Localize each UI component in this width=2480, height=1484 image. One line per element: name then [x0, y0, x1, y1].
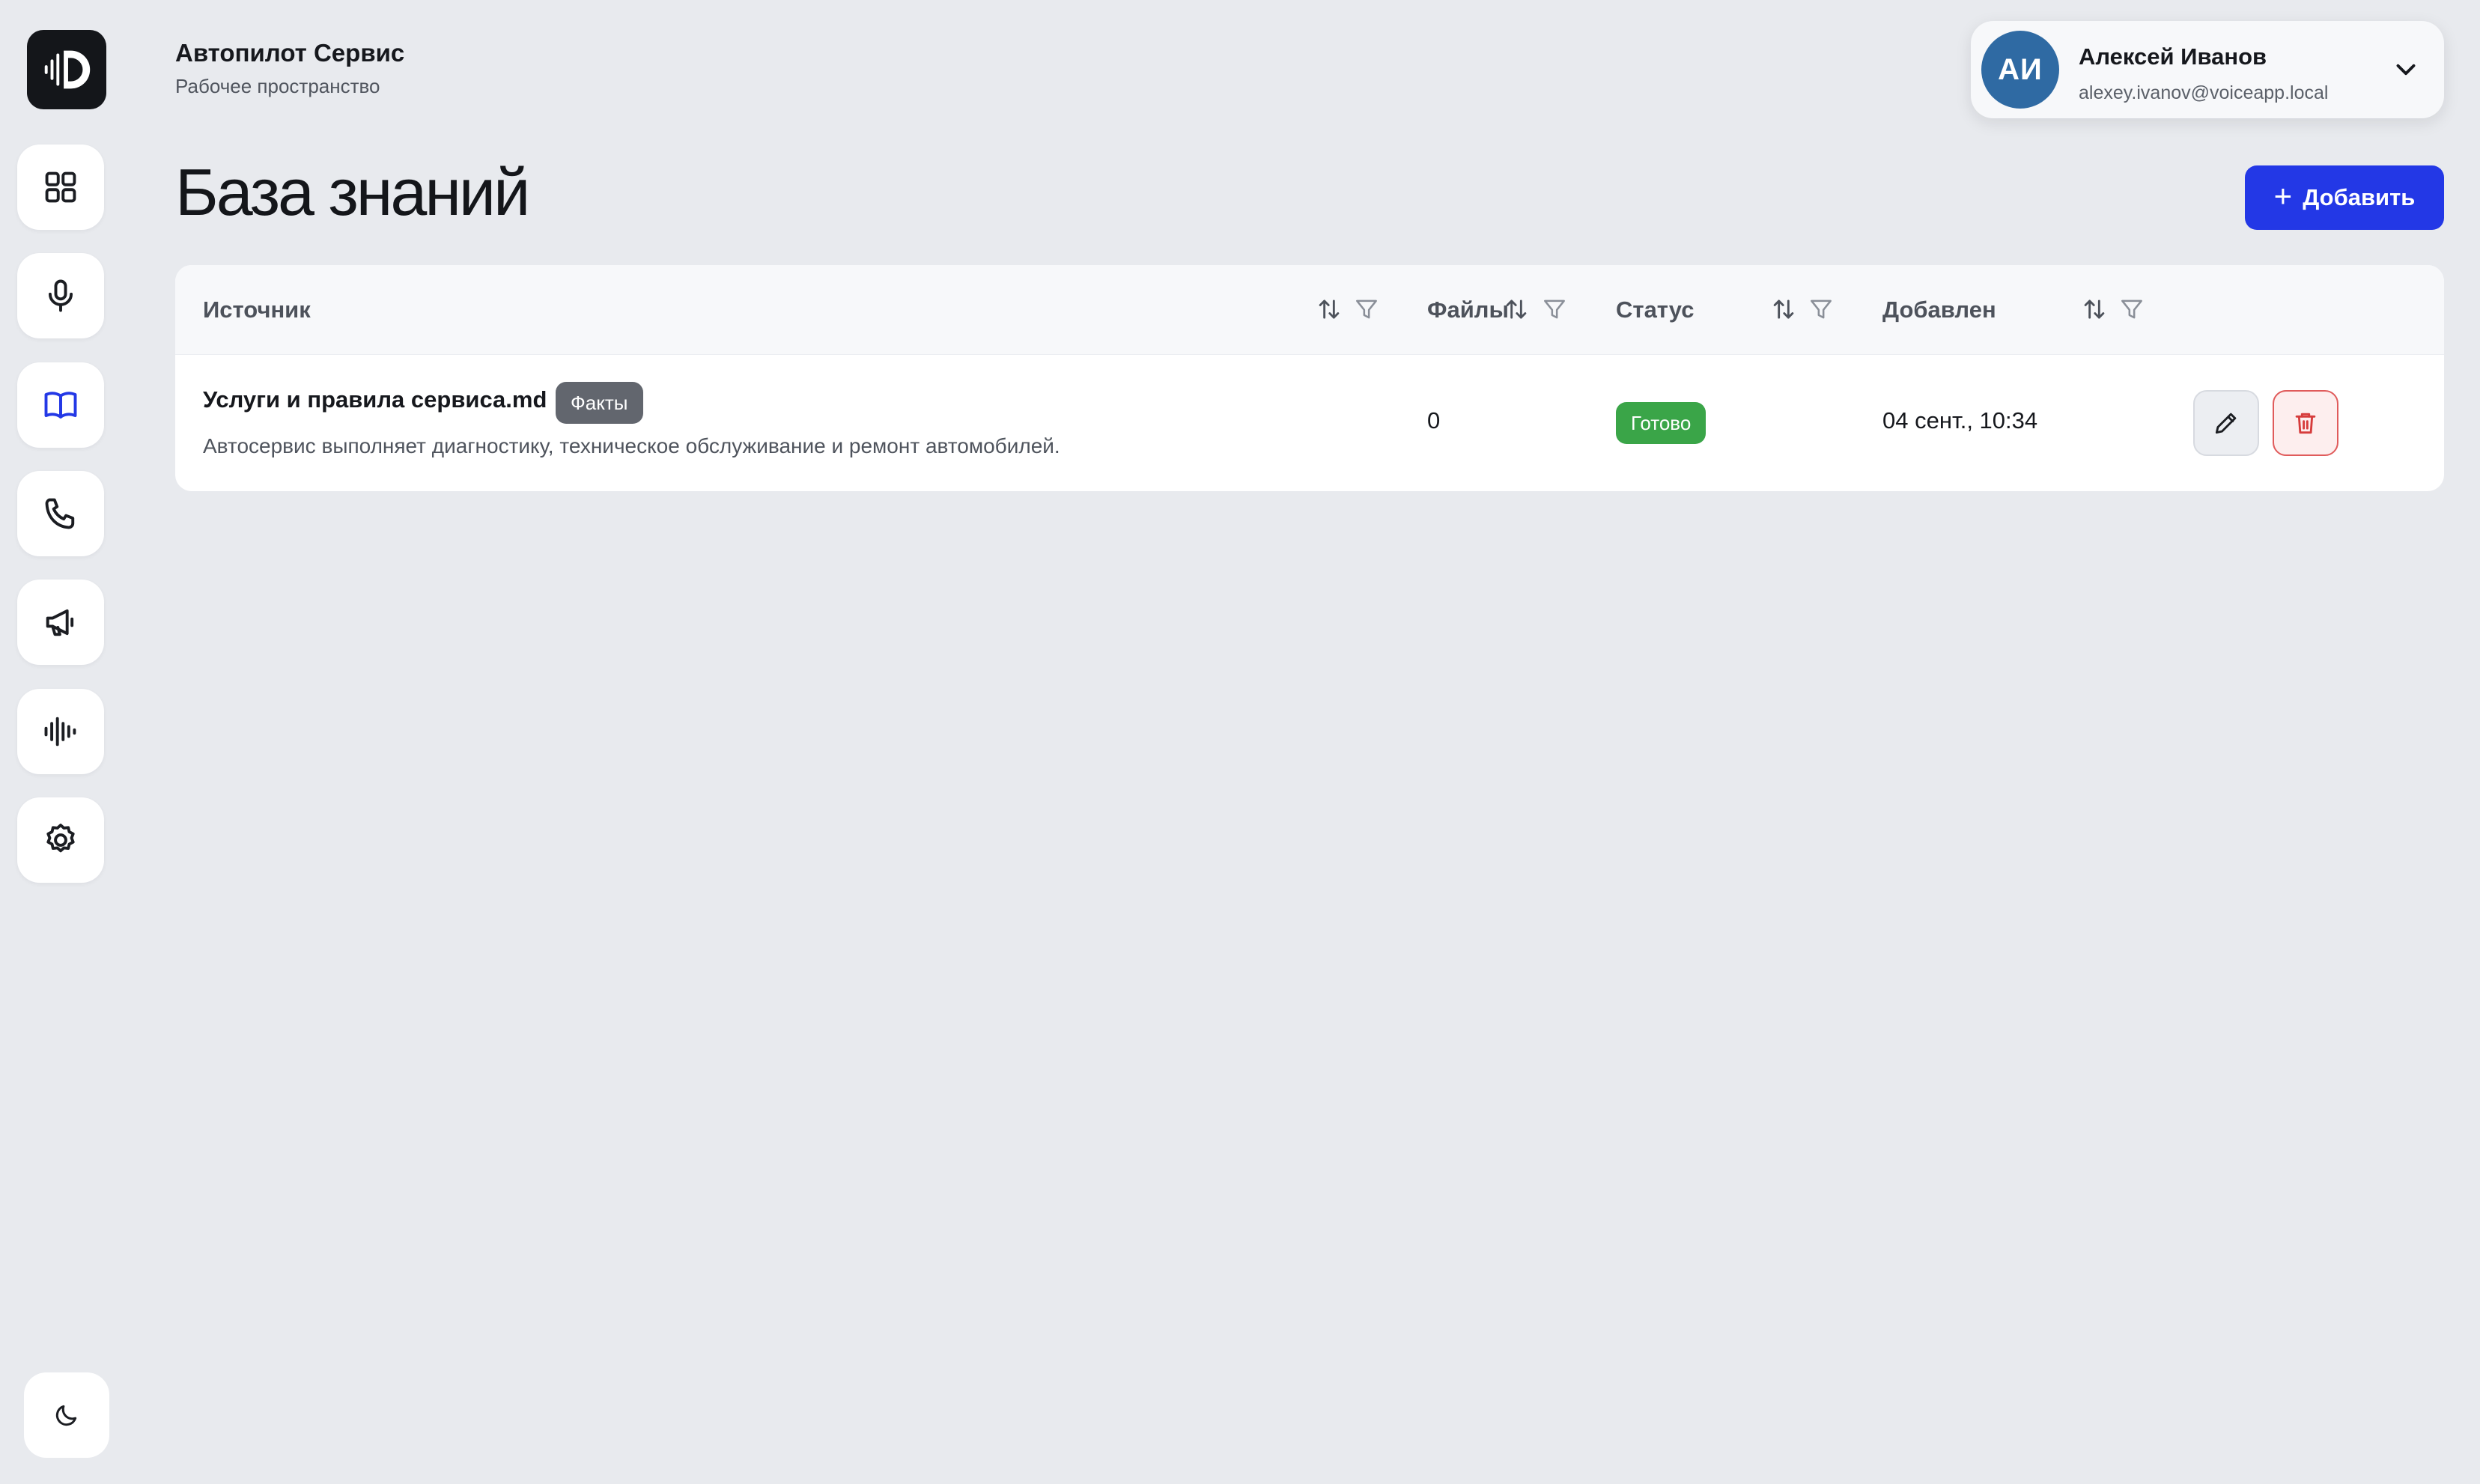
sort-icon[interactable] — [2080, 295, 2109, 323]
workspace-subtitle: Рабочее пространство — [175, 75, 380, 97]
sidebar-item-voice[interactable] — [17, 253, 104, 338]
column-header-files[interactable]: Файлы — [1427, 297, 1509, 323]
sort-icon[interactable] — [1315, 295, 1343, 323]
add-button[interactable]: + Добавить — [2245, 165, 2444, 230]
filter-icon[interactable] — [1540, 295, 1569, 323]
app-logo[interactable] — [27, 30, 106, 109]
status-badge: Готово — [1616, 402, 1706, 444]
added-date: 04 сент., 10:34 — [1882, 407, 2038, 434]
app: Автопилот Сервис Рабочее пространство АИ… — [0, 0, 2480, 1484]
column-header-status[interactable]: Статус — [1616, 297, 1694, 323]
sort-icon[interactable] — [1769, 295, 1798, 323]
source-title[interactable]: Услуги и правила сервиса.md — [203, 386, 547, 413]
moon-icon — [55, 1405, 77, 1426]
book-icon — [44, 392, 77, 419]
logo-icon — [44, 50, 91, 89]
trash-icon — [2295, 413, 2316, 434]
source-description: Автосервис выполняет диагностику, технич… — [203, 434, 1060, 457]
pencil-icon — [2215, 413, 2237, 434]
sidebar-item-campaigns[interactable] — [17, 580, 104, 665]
sidebar-item-dashboard[interactable] — [17, 145, 104, 230]
chevron-down-icon[interactable] — [2390, 54, 2422, 85]
microphone-icon — [48, 279, 73, 312]
megaphone-icon — [46, 609, 74, 636]
avatar: АИ — [1981, 31, 2059, 109]
plus-icon: + — [2273, 178, 2293, 213]
edit-button[interactable] — [2193, 390, 2259, 456]
grid-icon — [45, 171, 76, 203]
sort-icon[interactable] — [1502, 295, 1531, 323]
add-button-label: Добавить — [2303, 184, 2416, 210]
page-title: База знаний — [175, 155, 530, 229]
table-header: Источник Файлы Статус Добавлен — [175, 265, 2444, 355]
theme-toggle-button[interactable] — [24, 1372, 109, 1458]
source-type-badge: Факты — [556, 382, 643, 424]
waveform-icon — [44, 717, 76, 746]
user-email: alexey.ivanov@voiceapp.local — [2079, 82, 2329, 103]
workspace-name: Автопилот Сервис — [175, 39, 405, 67]
delete-button[interactable] — [2273, 390, 2338, 456]
column-header-added[interactable]: Добавлен — [1882, 297, 1996, 323]
user-menu[interactable]: АИ Алексей Иванов alexey.ivanov@voiceapp… — [1971, 21, 2444, 118]
user-name: Алексей Иванов — [2079, 43, 2267, 70]
files-count: 0 — [1427, 407, 1441, 434]
sidebar-item-audio[interactable] — [17, 689, 104, 774]
knowledge-table: Источник Файлы Статус Добавлен Услуги и … — [175, 265, 2444, 491]
filter-icon[interactable] — [2118, 295, 2146, 323]
workspace-info: Автопилот Сервис Рабочее пространство — [175, 39, 404, 98]
filter-icon[interactable] — [1807, 295, 1835, 323]
phone-icon — [45, 498, 75, 529]
filter-icon[interactable] — [1352, 295, 1381, 323]
sidebar-item-knowledge-base[interactable] — [17, 362, 104, 448]
sidebar-item-calls[interactable] — [17, 471, 104, 556]
gear-icon — [46, 824, 75, 853]
column-header-source[interactable]: Источник — [203, 297, 311, 323]
sidebar-item-settings[interactable] — [17, 797, 104, 883]
